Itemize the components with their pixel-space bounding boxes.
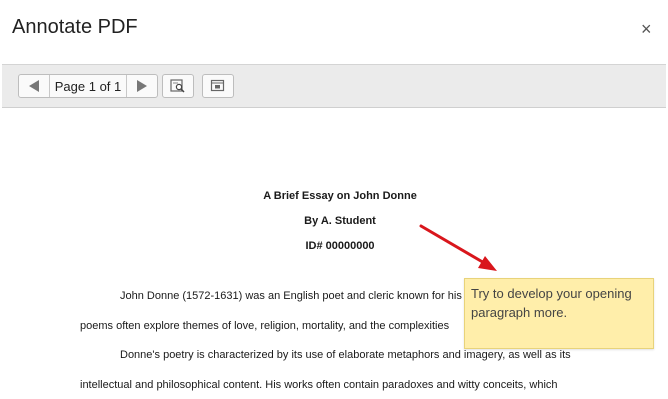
student-id: ID# 00000000 [305, 240, 375, 252]
essay-title: A Brief Essay on John Donne [263, 190, 417, 202]
expand-view-icon [210, 79, 225, 92]
previous-page-button[interactable] [19, 75, 50, 97]
next-page-button[interactable] [126, 75, 157, 97]
expand-button[interactable] [202, 74, 234, 98]
pdf-page: A Brief Essay on John Donne By A. Studen… [0, 108, 668, 399]
find-button[interactable] [162, 74, 194, 98]
essay-author: By A. Student [304, 215, 376, 227]
find-in-page-icon [170, 79, 185, 93]
arrow-left-icon [29, 80, 39, 92]
body-line: John Donne (1572-1631) was an English po… [120, 290, 462, 302]
dialog-header: Annotate PDF × [0, 0, 668, 58]
pdf-toolbar: Page 1 of 1 [2, 64, 666, 108]
close-icon[interactable]: × [641, 20, 652, 38]
page-indicator: Page 1 of 1 [54, 78, 122, 94]
arrow-right-icon [137, 80, 147, 92]
page-navigation: Page 1 of 1 [18, 74, 158, 98]
dialog-title: Annotate PDF [12, 16, 138, 38]
sticky-note-annotation[interactable]: Try to develop your opening paragraph mo… [464, 278, 654, 349]
body-line: poems often explore themes of love, reli… [80, 320, 450, 332]
body-line: intellectual and philosophical content. … [80, 379, 558, 391]
body-line: Donne's poetry is characterized by its u… [120, 349, 571, 361]
